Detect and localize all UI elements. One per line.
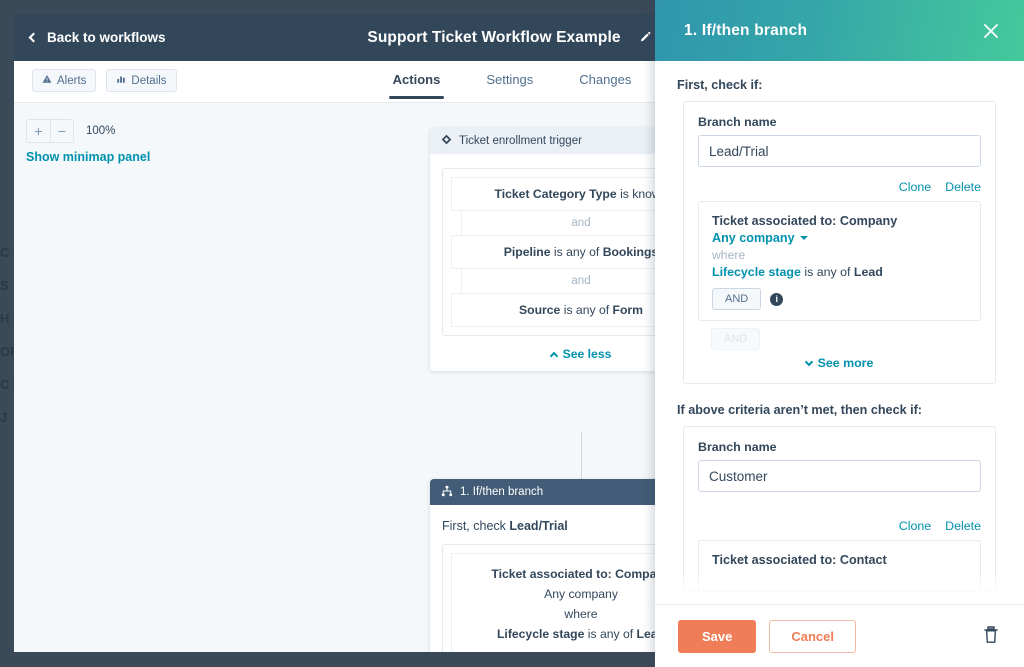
trigger-criterion-2-property: Pipeline [503, 245, 551, 259]
filter-title-second: Ticket associated to: Contact [712, 553, 887, 567]
save-button[interactable]: Save [678, 619, 757, 653]
screen-root: C S H OF C J Back to workflows Support T… [0, 0, 1024, 667]
branch-node-criterion-property: Lifecycle stage [496, 627, 585, 641]
filter-property-first: Lifecycle stage [712, 265, 801, 279]
branch-editor-panel: 1. If/then branch First, check if: Branc… [655, 0, 1024, 667]
branch-name-label-second: Branch name [698, 440, 777, 454]
filter-box-first[interactable]: Ticket associated to: Company Any compan… [698, 201, 981, 321]
show-minimap-link[interactable]: Show minimap panel [26, 150, 150, 164]
branch-node-criterion-operator: is any of [587, 627, 634, 641]
and-button-first[interactable]: AND [712, 288, 762, 310]
trigger-criterion-2-value: Bookings [602, 245, 659, 259]
filter-rule-first[interactable]: Lifecycle stage is any of Lead [712, 265, 967, 279]
filter-box-second[interactable]: Ticket associated to: Contact [698, 540, 981, 591]
panel-body[interactable]: First, check if: Branch name Clone Delet… [655, 61, 1024, 604]
filter-title-first: Ticket associated to: Company [712, 214, 898, 228]
zoom-controls: + − 100% [26, 119, 115, 143]
panel-header: 1. If/then branch [655, 0, 1024, 61]
branch-node-title: 1. If/then branch [460, 486, 544, 498]
delete-link-first[interactable]: Delete [945, 180, 981, 194]
info-icon[interactable]: i [770, 292, 784, 306]
trigger-diamond-icon [441, 134, 452, 148]
trigger-criterion-3-value: Form [612, 303, 643, 317]
filter-value-first: Lead [853, 265, 883, 279]
see-more-toggle-first[interactable]: See more [698, 347, 981, 383]
filter-operator-first: is any of [804, 265, 851, 279]
tab-settings-label: Settings [486, 72, 534, 87]
branch-card-second-inner: Clone Delete Ticket associated to: Conta… [698, 492, 981, 591]
tab-actions-label: Actions [392, 72, 441, 87]
panel-section-first-label: First, check if: [677, 78, 763, 92]
tab-changes-label: Changes [579, 72, 632, 87]
branch-name-input-second[interactable] [698, 460, 981, 492]
tab-changes[interactable]: Changes [579, 72, 631, 99]
background-page-bleed: C S H OF C J [0, 245, 14, 425]
branch-card-first: Branch name Clone Delete Ticket associat… [683, 101, 996, 384]
branch-icon [441, 485, 453, 500]
tab-settings[interactable]: Settings [486, 72, 533, 99]
page-title: Support Ticket Workflow Example [367, 28, 621, 46]
see-more-label-first: See more [817, 356, 874, 370]
zoom-level-label: 100% [86, 125, 116, 137]
zoom-button-group: + − [26, 119, 74, 143]
close-icon[interactable] [980, 20, 1002, 42]
panel-title: 1. If/then branch [684, 21, 808, 39]
and-button-ghost[interactable]: AND [711, 328, 761, 350]
pencil-icon[interactable] [635, 27, 657, 49]
panel-footer: Save Cancel [655, 604, 1024, 667]
branch-node-first-check-name: Lead/Trial [509, 519, 568, 533]
panel-section-else-label: If above criteria aren’t met, then check… [677, 403, 922, 417]
filter-ghost-and-row: AND [698, 321, 981, 350]
trigger-criterion-3-operator: is any of [563, 303, 610, 317]
filter-and-row-first: AND i [712, 288, 967, 310]
chevron-down-icon [804, 357, 813, 366]
branch-name-input-first[interactable] [698, 135, 981, 167]
clone-link-first[interactable]: Clone [899, 180, 931, 194]
trigger-node-title: Ticket enrollment trigger [459, 135, 582, 147]
trigger-criterion-1-property: Ticket Category Type [494, 187, 617, 201]
branch-card-first-inner: Clone Delete Ticket associated to: Compa… [698, 167, 981, 350]
zoom-in-button[interactable]: + [27, 120, 50, 142]
clone-link-second[interactable]: Clone [899, 519, 931, 533]
filter-association-first[interactable]: Any company [712, 231, 967, 245]
branch-card-second: Branch name Clone Delete Ticket associat… [683, 426, 996, 592]
filter-association-first-label: Any company [712, 231, 795, 245]
trigger-criterion-3-property: Source [519, 303, 561, 317]
branch-card-second-actions: Clone Delete [698, 505, 981, 540]
delete-link-second[interactable]: Delete [945, 519, 981, 533]
filter-where-first: where [712, 248, 746, 262]
chevron-down-icon [799, 236, 808, 240]
branch-name-label-first: Branch name [698, 115, 777, 129]
cancel-button[interactable]: Cancel [769, 619, 857, 653]
trigger-see-less-label: See less [562, 347, 612, 361]
trigger-criterion-2-operator: is any of [553, 245, 600, 259]
branch-node-first-check-prefix: First, check [442, 519, 506, 533]
branch-node-criterion-title-text: Ticket associated to: Company [491, 567, 671, 581]
trash-icon[interactable] [982, 625, 1002, 647]
zoom-out-button[interactable]: − [50, 120, 73, 142]
branch-card-first-actions: Clone Delete [698, 180, 981, 201]
tab-actions[interactable]: Actions [388, 72, 444, 99]
chevron-up-icon [549, 351, 558, 360]
